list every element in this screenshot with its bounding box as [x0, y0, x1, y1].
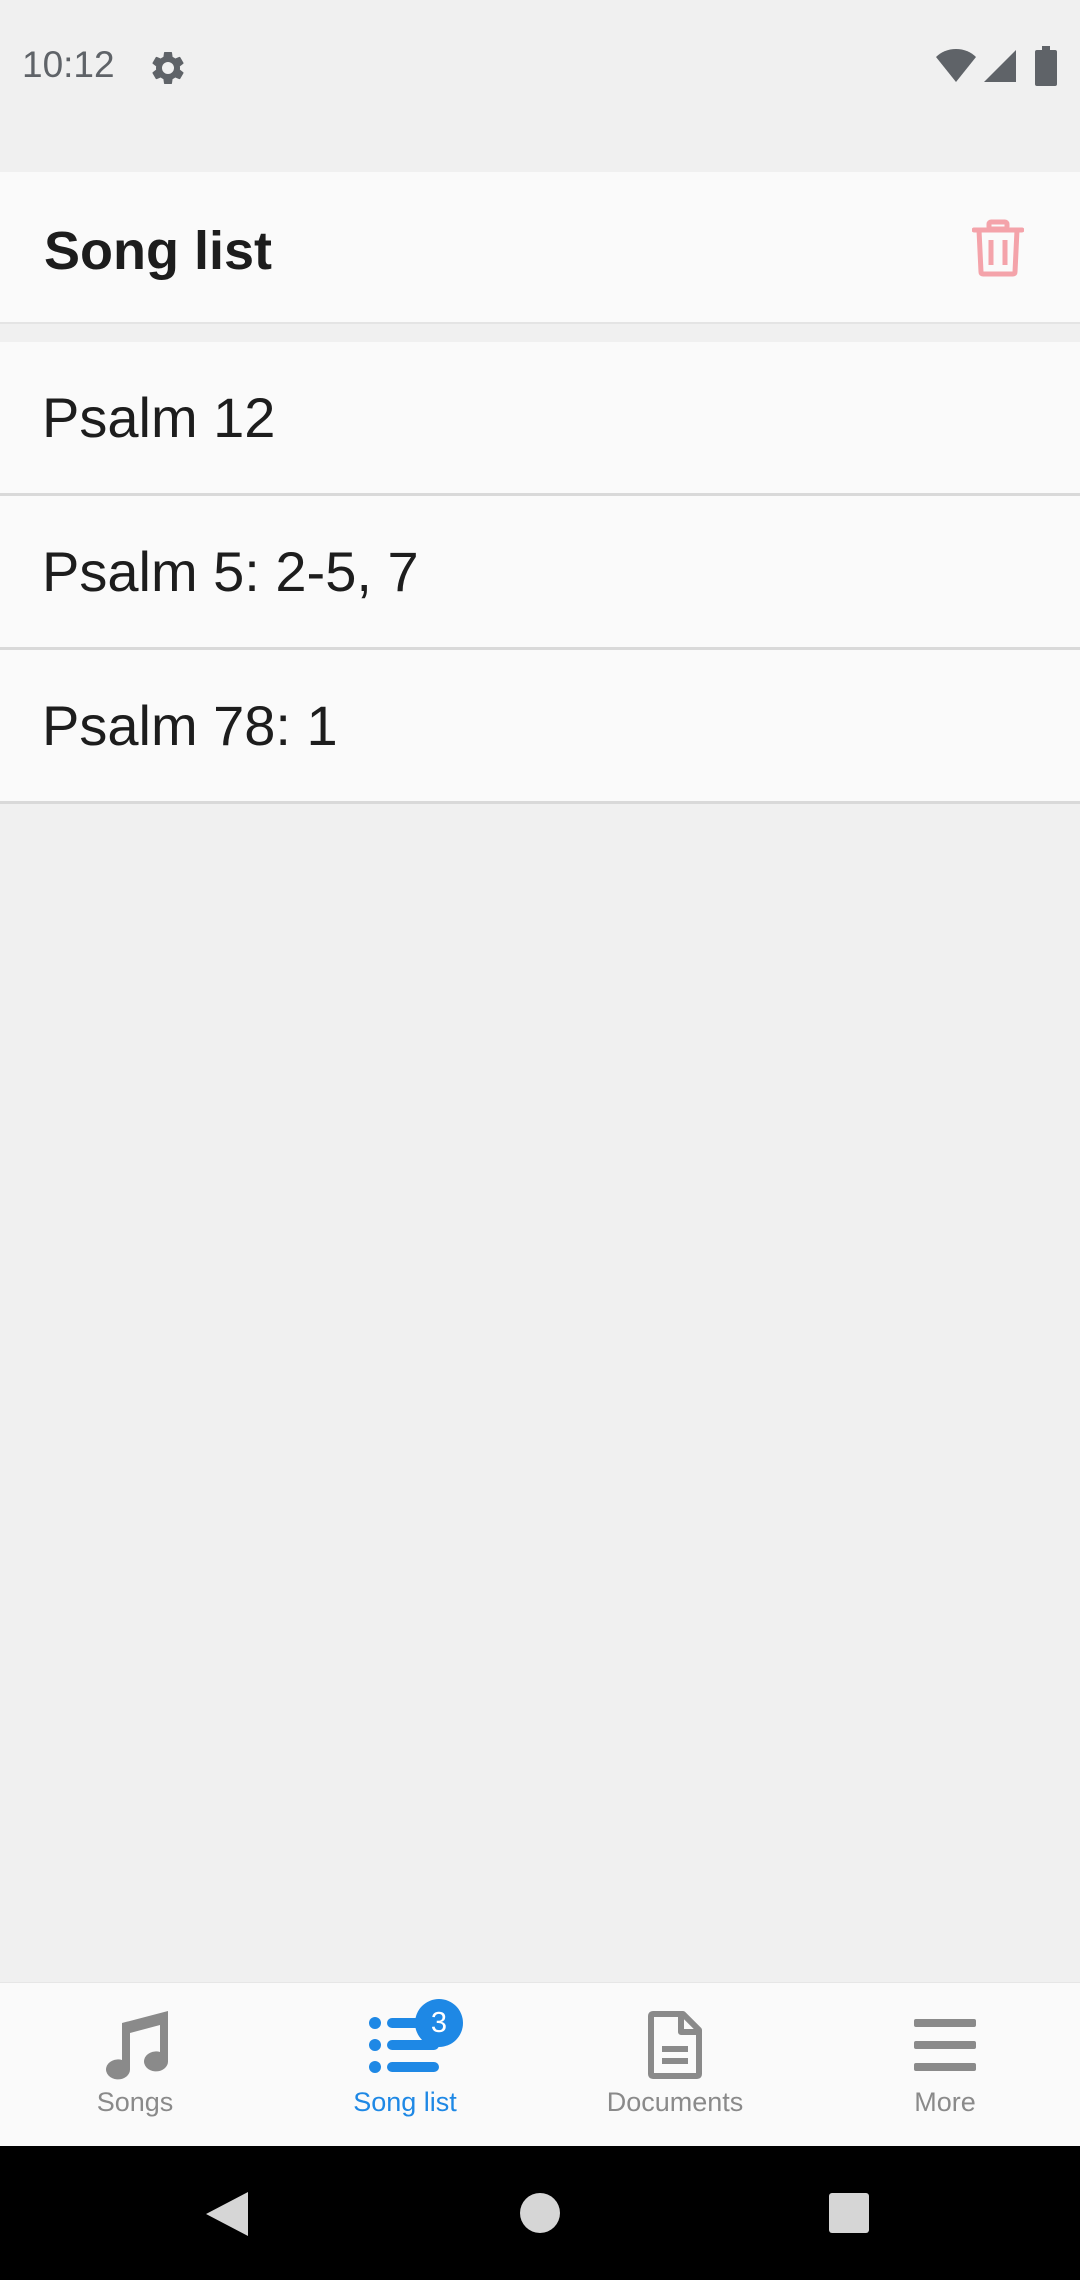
- status-bar: 10:12: [0, 0, 1080, 136]
- screen: 10:12 Song list Psalm 12 Psalm 5: 2-5, 7…: [0, 0, 1080, 2280]
- list-item[interactable]: Psalm 12: [0, 342, 1080, 496]
- signal-icon: [984, 50, 1016, 82]
- nav-item-song-list[interactable]: 3 Song list: [270, 1983, 540, 2147]
- back-icon[interactable]: [204, 2190, 250, 2238]
- page-title: Song list: [44, 221, 272, 281]
- song-list: Psalm 12 Psalm 5: 2-5, 7 Psalm 78: 1: [0, 342, 1080, 804]
- music-note-icon: [106, 2011, 169, 2080]
- system-nav-bar: [0, 2146, 1080, 2280]
- bottom-nav: Songs 3 Song list Documents More: [0, 1982, 1080, 2146]
- trash-icon: [972, 219, 1024, 277]
- nav-label-song-list: Song list: [353, 2087, 457, 2117]
- document-icon: [648, 2011, 702, 2079]
- nav-item-more[interactable]: More: [810, 1983, 1080, 2147]
- song-count-badge: 3: [415, 1999, 463, 2047]
- battery-icon: [1035, 46, 1057, 86]
- song-title: Psalm 78: 1: [42, 694, 338, 757]
- song-title: Psalm 5: 2-5, 7: [42, 540, 419, 603]
- nav-label-documents: Documents: [606, 2087, 744, 2117]
- nav-label-songs: Songs: [96, 2087, 174, 2117]
- status-time: 10:12: [22, 44, 115, 85]
- home-icon[interactable]: [519, 2192, 561, 2234]
- gear-icon: [152, 51, 184, 84]
- list-item[interactable]: Psalm 5: 2-5, 7: [0, 496, 1080, 650]
- song-title: Psalm 12: [42, 386, 276, 449]
- menu-icon: [914, 2019, 976, 2071]
- app-header: Song list: [0, 172, 1080, 324]
- wifi-icon: [936, 49, 976, 82]
- list-item[interactable]: Psalm 78: 1: [0, 650, 1080, 804]
- recents-icon[interactable]: [828, 2192, 870, 2234]
- nav-label-more: More: [914, 2087, 976, 2117]
- delete-list-button[interactable]: [966, 216, 1030, 280]
- nav-item-documents[interactable]: Documents: [540, 1983, 810, 2147]
- nav-item-songs[interactable]: Songs: [0, 1983, 270, 2147]
